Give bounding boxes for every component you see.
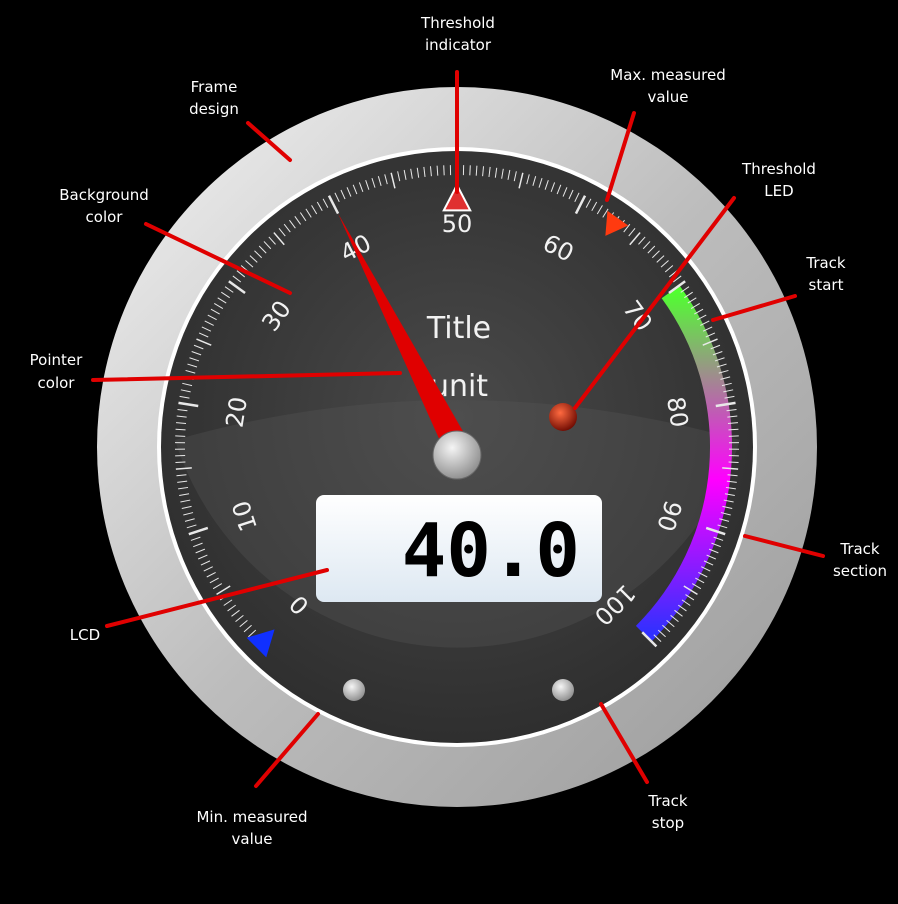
callout-frame-design-2: design: [189, 100, 239, 118]
callout-threshold-indicator-1: Threshold: [420, 14, 495, 32]
scale-label: 80: [661, 395, 693, 430]
scale-tick: [175, 461, 186, 463]
scale-tick: [728, 428, 739, 431]
scale-label: 50: [442, 210, 473, 238]
gauge-title: Title: [426, 311, 491, 346]
callout-threshold-led-1: Threshold: [741, 160, 816, 178]
callout-track-stop-2: stop: [652, 814, 684, 832]
gauge-diagram: 0102030405060708090100 Title unit 40.0 T…: [30, 14, 887, 848]
callout-track-stop-1: Track: [647, 792, 688, 810]
scale-tick: [728, 461, 739, 463]
callout-track-start-1: Track: [805, 254, 846, 272]
scale-tick: [436, 165, 439, 176]
callout-pointer-color-1: Pointer: [30, 351, 83, 369]
scale-tick: [475, 165, 478, 176]
callout-background-color-2: color: [86, 208, 124, 226]
threshold-led: [549, 403, 577, 431]
scale-tick: [175, 428, 186, 431]
lcd-value: 40.0: [402, 508, 580, 594]
callout-threshold-indicator-2: indicator: [425, 36, 492, 54]
callout-pointer-color-2: color: [38, 374, 76, 392]
callout-background-color-1: Background: [59, 186, 149, 204]
callout-max-measured-2: value: [648, 88, 689, 106]
callout-track-section-1: Track: [839, 540, 880, 558]
pointer-knob: [432, 430, 482, 480]
callout-threshold-led-2: LED: [764, 182, 793, 200]
callout-lcd: LCD: [70, 626, 100, 644]
screw-left: [343, 679, 365, 701]
screw-right: [552, 679, 574, 701]
callout-min-measured-1: Min. measured: [196, 808, 307, 826]
callout-track-start-2: start: [809, 276, 844, 294]
scale-label: 20: [221, 395, 253, 430]
callout-frame-design-1: Frame: [191, 78, 238, 96]
callout-track-section-2: section: [833, 562, 887, 580]
callout-min-measured-2: value: [232, 830, 273, 848]
callout-max-measured-1: Max. measured: [610, 66, 726, 84]
